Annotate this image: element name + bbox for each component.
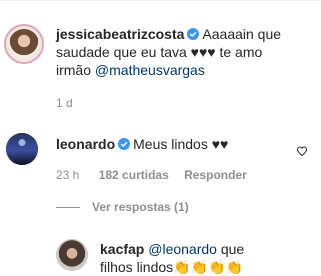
comment-1-timestamp[interactable]: 1 d	[56, 96, 73, 110]
comment-2-likes[interactable]: 182 curtidas	[99, 168, 169, 182]
reply-text-part-1: que	[216, 241, 245, 257]
comment-1-line-3: irmão @matheusvargas	[56, 61, 205, 79]
view-replies-line	[56, 207, 80, 209]
like-heart-icon[interactable]	[296, 145, 308, 157]
username-kacfap[interactable]: kacfap	[100, 241, 144, 257]
top-divider	[0, 0, 321, 1]
view-replies-button[interactable]: Ver respostas (1)	[56, 200, 189, 214]
comment-1-text-part-1: Aaaaain que	[202, 26, 282, 42]
username-leonardo[interactable]: leonardo	[56, 136, 115, 152]
comment-2-timestamp[interactable]: 23 h	[56, 168, 79, 182]
reply-line-1: kacfap @leonardo que	[100, 240, 244, 258]
avatar-jessicabeatrizcosta[interactable]	[4, 24, 44, 64]
comment-2-text: Meus lindos ♥♥	[133, 136, 229, 152]
comment-1-text-line-2: saudade que eu tava ♥♥♥ te amo	[56, 44, 263, 60]
verified-badge-icon	[118, 138, 131, 150]
comment-2-meta: 23 h 182 curtidas Responder	[56, 168, 247, 182]
avatar-kacfap[interactable]	[56, 239, 88, 271]
verified-badge-icon	[187, 28, 200, 40]
mention-matheusvargas[interactable]: @matheusvargas	[95, 62, 205, 78]
reply-text-line-2: filhos lindos👏👏👏👏	[100, 259, 243, 275]
comment-1-line-1: jessicabeatrizcosta Aaaaain que	[56, 25, 281, 43]
username-jessicabeatrizcosta[interactable]: jessicabeatrizcosta	[56, 26, 184, 42]
comment-2-line-1: leonardo Meus lindos ♥♥	[56, 135, 228, 153]
mention-leonardo[interactable]: @leonardo	[148, 241, 217, 257]
view-replies-label: Ver respostas (1)	[92, 200, 189, 214]
comment-1-text-part-3: irmão	[56, 62, 95, 78]
avatar-leonardo[interactable]	[6, 133, 38, 165]
reply-button[interactable]: Responder	[184, 168, 247, 182]
